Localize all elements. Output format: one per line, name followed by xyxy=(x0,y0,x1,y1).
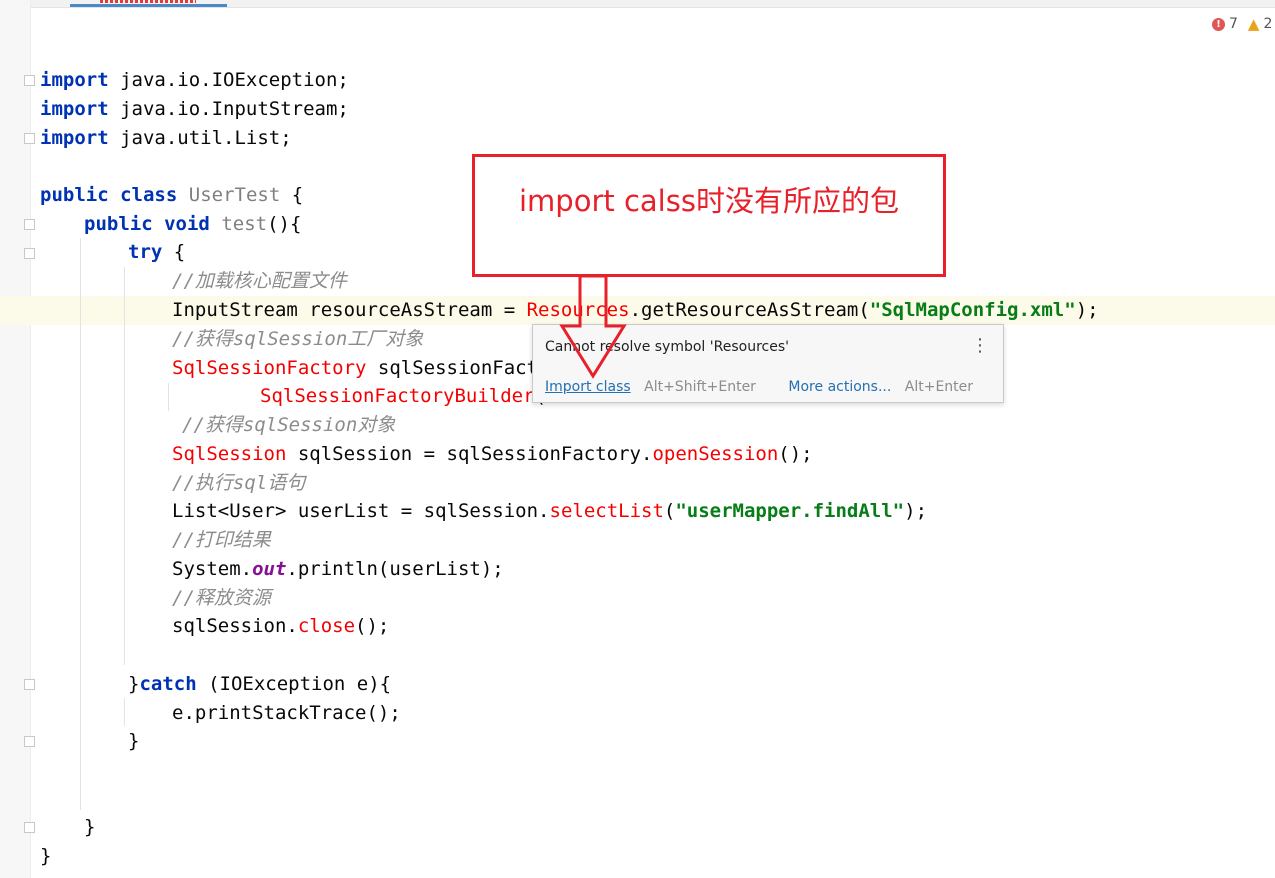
code-text: .getResourceAsStream( xyxy=(629,299,870,321)
fold-marker-icon[interactable] xyxy=(24,679,35,690)
error-count: 7 xyxy=(1229,16,1238,32)
code-line-close[interactable]: sqlSession.close(); xyxy=(172,612,389,641)
fold-marker-icon[interactable] xyxy=(24,133,35,144)
keyword: import xyxy=(40,98,109,120)
string-literal: "SqlMapConfig.xml" xyxy=(869,299,1076,321)
code-text: System. xyxy=(172,558,253,580)
warning-count: 2 xyxy=(1263,16,1273,32)
indent-guide xyxy=(168,383,169,411)
indent-guide xyxy=(124,267,125,665)
code-text: ( xyxy=(663,500,676,522)
fold-marker-icon[interactable] xyxy=(24,219,35,230)
code-comment[interactable]: //获得sqlSession对象 xyxy=(182,411,395,440)
code-text: (); xyxy=(355,615,390,637)
code-line-resource-stream[interactable]: InputStream resourceAsStream = Resources… xyxy=(172,296,1099,325)
code-comment[interactable]: //释放资源 xyxy=(172,584,271,613)
popup-actions: Import class Alt+Shift+Enter More action… xyxy=(545,379,973,395)
code-line-close-brace[interactable]: } xyxy=(40,842,51,871)
method-call: selectList xyxy=(549,500,664,522)
code-text: java.util.List; xyxy=(108,127,292,149)
code-text: InputStream resourceAsStream = xyxy=(172,299,527,321)
error-icon: ! xyxy=(1212,17,1225,31)
keyword: class xyxy=(120,184,178,206)
string-literal: "userMapper.findAll" xyxy=(675,500,905,522)
active-tab-indicator[interactable] xyxy=(70,4,227,7)
code-text: ); xyxy=(904,500,928,522)
fold-marker-icon[interactable] xyxy=(24,822,35,833)
unresolved-symbol[interactable]: SqlSessionFactory xyxy=(172,357,366,379)
annotation-callout-box: import calss时没有所应的包 xyxy=(472,154,946,277)
code-line-open-session[interactable]: SqlSession sqlSession = sqlSessionFactor… xyxy=(172,440,813,469)
method-call: close xyxy=(297,615,356,637)
code-text: sqlSession = sqlSessionFactory. xyxy=(286,443,653,465)
code-line-print-stack-trace[interactable]: e.printStackTrace(); xyxy=(172,699,401,728)
more-options-icon[interactable]: ⋮ xyxy=(971,336,989,356)
code-line-import-ioexception[interactable]: import java.io.IOException; xyxy=(40,66,349,95)
inspection-widget[interactable]: ! 7 ▲ 2 xyxy=(1212,14,1272,34)
code-line-catch[interactable]: }catch (IOException e){ xyxy=(128,670,391,699)
code-text: (){ xyxy=(267,213,302,235)
unresolved-symbol[interactable]: SqlSessionFactoryBuilder xyxy=(260,385,535,407)
code-line-class-declaration[interactable]: public class UserTest { xyxy=(40,181,303,210)
fold-marker-icon[interactable] xyxy=(24,248,35,259)
keyword: public xyxy=(84,213,153,235)
code-text: sqlSessionFacto xyxy=(366,357,550,379)
fold-marker-icon[interactable] xyxy=(24,736,35,747)
code-text: ); xyxy=(1075,299,1099,321)
code-text: { xyxy=(162,241,186,263)
import-class-shortcut: Alt+Shift+Enter xyxy=(644,379,756,395)
keyword: void xyxy=(164,213,210,235)
keyword: catch xyxy=(139,673,197,695)
fold-marker-icon[interactable] xyxy=(24,75,35,86)
code-text: java.io.IOException; xyxy=(108,69,349,91)
unresolved-symbol[interactable]: SqlSession xyxy=(172,443,286,465)
code-line-close-brace[interactable]: } xyxy=(84,813,95,842)
code-comment[interactable]: //执行sql语句 xyxy=(172,469,305,498)
code-text: .println(userList); xyxy=(286,558,504,580)
code-line-close-brace[interactable]: } xyxy=(128,727,139,756)
code-comment[interactable]: //打印结果 xyxy=(172,526,271,555)
indent-guide xyxy=(80,238,81,810)
code-line-method-declaration[interactable]: public void test(){ xyxy=(84,210,301,239)
warning-icon: ▲ xyxy=(1247,15,1260,33)
code-comment[interactable]: //加载核心配置文件 xyxy=(172,267,347,296)
method-name: test xyxy=(221,213,268,235)
method-call: openSession xyxy=(652,443,779,465)
code-text: (IOException e){ xyxy=(196,673,392,695)
code-line-import-inputstream[interactable]: import java.io.InputStream; xyxy=(40,95,349,124)
import-class-link[interactable]: Import class xyxy=(545,379,631,395)
static-field: out xyxy=(252,558,287,580)
code-text: } xyxy=(128,673,140,695)
annotation-text: import calss时没有所应的包 xyxy=(519,184,899,218)
tab-error-underline xyxy=(100,0,196,3)
keyword: public xyxy=(40,184,109,206)
code-line-println[interactable]: System.out.println(userList); xyxy=(172,555,504,584)
code-text: java.io.InputStream; xyxy=(108,98,349,120)
code-text: sqlSession. xyxy=(172,615,298,637)
keyword: import xyxy=(40,127,109,149)
code-text: { xyxy=(280,184,304,206)
code-line-import-list[interactable]: import java.util.List; xyxy=(40,124,292,153)
keyword: try xyxy=(128,241,163,263)
code-line-select-list[interactable]: List<User> userList = sqlSession.selectL… xyxy=(172,497,927,526)
editor-tab-bar xyxy=(0,0,1275,8)
code-comment[interactable]: //获得sqlSession工厂对象 xyxy=(172,325,423,354)
keyword: import xyxy=(40,69,109,91)
code-line-session-factory[interactable]: SqlSessionFactory sqlSessionFacto xyxy=(172,354,550,383)
annotation-arrow-icon xyxy=(559,276,627,379)
class-name: UserTest xyxy=(188,184,281,206)
code-text: (); xyxy=(778,443,813,465)
code-line-factory-builder[interactable]: SqlSessionFactoryBuilder( xyxy=(260,382,546,411)
more-actions-link[interactable]: More actions... xyxy=(788,379,891,395)
code-text: List<User> userList = sqlSession. xyxy=(172,500,550,522)
indent-guide xyxy=(124,698,125,726)
code-line-try[interactable]: try { xyxy=(128,238,185,267)
more-actions-shortcut: Alt+Enter xyxy=(904,379,974,395)
